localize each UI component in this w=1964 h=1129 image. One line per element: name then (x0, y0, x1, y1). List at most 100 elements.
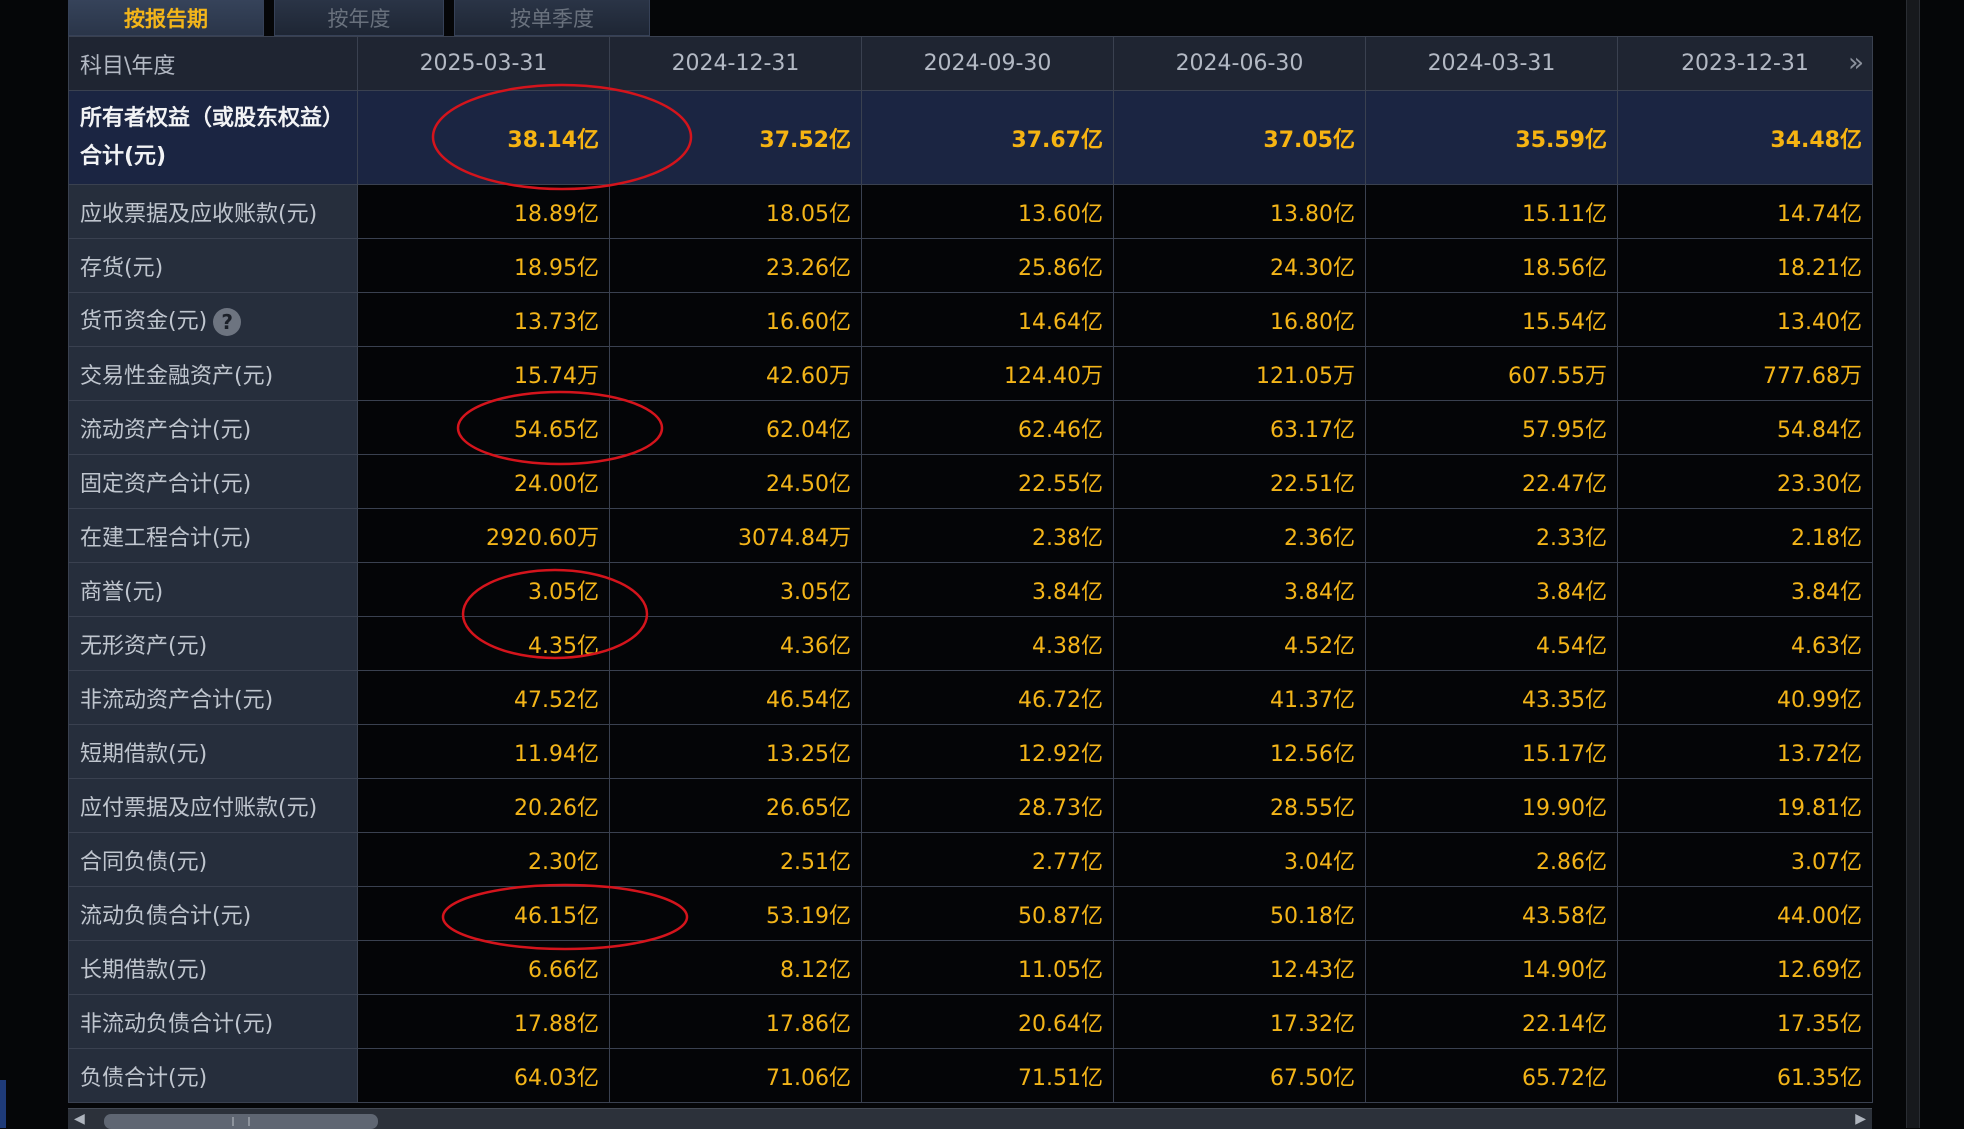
value-cell: 14.74亿 (1617, 184, 1873, 239)
value-cell: 65.72亿 (1365, 1048, 1618, 1103)
value-cell: 42.60万 (609, 346, 862, 401)
value-cell: 2.38亿 (861, 508, 1114, 563)
row-label: 流动资产合计(元) (80, 417, 252, 443)
value-cell: 12.56亿 (1113, 724, 1366, 779)
value-cell: 14.64亿 (861, 292, 1114, 347)
scrollbar-thumb[interactable] (104, 1114, 378, 1129)
value-cell: 2.33亿 (1365, 508, 1618, 563)
value-cell: 57.95亿 (1365, 400, 1618, 455)
value-cell: 2.77亿 (861, 832, 1114, 887)
value-cell: 12.69亿 (1617, 940, 1873, 995)
help-question-icon[interactable]: ? (213, 308, 242, 336)
value-cell: 22.14亿 (1365, 994, 1618, 1049)
value-cell: 3.84亿 (1365, 562, 1618, 617)
balance-sheet-table: 科目\年度 2025-03-31 2024-12-31 2024-09-30 2… (68, 36, 1873, 1103)
scroll-left-arrow-icon[interactable]: ◀ (74, 1111, 85, 1127)
value-cell: 4.38亿 (861, 616, 1114, 671)
value-cell: 4.36亿 (609, 616, 862, 671)
value-cell: 47.52亿 (357, 670, 610, 725)
value-cell: 19.90亿 (1365, 778, 1618, 833)
row-label-cell: 应收票据及应收账款(元) (68, 184, 358, 239)
double-chevron-right-icon[interactable]: » (1848, 49, 1864, 77)
tab-by-quarter[interactable]: 按单季度 (454, 0, 650, 36)
value-cell: 12.43亿 (1113, 940, 1366, 995)
header-row: 科目\年度 2025-03-31 2024-12-31 2024-09-30 2… (68, 36, 1873, 91)
table-body: 所有者权益（或股东权益）合计(元) 38.14亿 37.52亿 37.67亿 37.05… (68, 90, 1873, 1103)
left-edge-accent (0, 1080, 6, 1128)
row-label-cell: 应付票据及应付账款(元) (68, 778, 358, 833)
value-cell: 46.54亿 (609, 670, 862, 725)
row-label: 合同负债(元) (80, 849, 208, 875)
value-cell: 15.17亿 (1365, 724, 1618, 779)
value-cell: 44.00亿 (1617, 886, 1873, 941)
table-row: 所有者权益（或股东权益）合计(元) 38.14亿 37.52亿 37.67亿 37.05… (68, 90, 1873, 185)
row-label: 短期借款(元) (80, 741, 208, 767)
row-label: 交易性金融资产(元) (80, 363, 274, 389)
row-label-cell: 货币资金(元)? (68, 292, 358, 347)
row-label-cell: 存货(元) (68, 238, 358, 293)
value-cell: 17.32亿 (1113, 994, 1366, 1049)
value-cell: 3.05亿 (357, 562, 610, 617)
column-header: 2024-03-31 (1365, 36, 1618, 91)
row-label-cell: 在建工程合计(元) (68, 508, 358, 563)
value-cell: 18.89亿 (357, 184, 610, 239)
value-cell: 2.51亿 (609, 832, 862, 887)
row-label-cell: 流动资产合计(元) (68, 400, 358, 455)
row-label-cell: 固定资产合计(元) (68, 454, 358, 509)
value-cell: 3.84亿 (861, 562, 1114, 617)
value-cell: 41.37亿 (1113, 670, 1366, 725)
horizontal-scrollbar[interactable]: ◀ ▶ (68, 1108, 1872, 1129)
table-row: 货币资金(元)? 13.73亿 16.60亿 14.64亿 16.80亿 15.54亿 13… (68, 292, 1873, 347)
row-label: 非流动负债合计(元) (80, 1011, 274, 1037)
value-cell: 37.67亿 (861, 90, 1114, 185)
table-row: 应收票据及应收账款(元) 18.89亿 18.05亿 13.60亿 13.80亿 15.1… (68, 184, 1873, 239)
column-header: 2024-09-30 (861, 36, 1114, 91)
value-cell: 43.35亿 (1365, 670, 1618, 725)
value-cell: 50.87亿 (861, 886, 1114, 941)
value-cell: 3.84亿 (1617, 562, 1873, 617)
tab-by-year[interactable]: 按年度 (274, 0, 444, 36)
value-cell: 3.84亿 (1113, 562, 1366, 617)
table-row: 非流动资产合计(元) 47.52亿 46.54亿 46.72亿 41.37亿 43.35亿… (68, 670, 1873, 725)
value-cell: 13.80亿 (1113, 184, 1366, 239)
row-label-cell: 所有者权益（或股东权益）合计(元) (68, 90, 358, 185)
row-label: 应付票据及应付账款(元) (80, 795, 318, 821)
row-label: 无形资产(元) (80, 633, 208, 659)
table-row: 固定资产合计(元) 24.00亿 24.50亿 22.55亿 22.51亿 22.47亿 2… (68, 454, 1873, 509)
value-cell: 28.73亿 (861, 778, 1114, 833)
value-cell: 38.14亿 (357, 90, 610, 185)
row-label-cell: 负债合计(元) (68, 1048, 358, 1103)
column-header-last: 2023-12-31 » (1617, 36, 1873, 91)
value-cell: 17.35亿 (1617, 994, 1873, 1049)
value-cell: 17.88亿 (357, 994, 610, 1049)
value-cell: 15.11亿 (1365, 184, 1618, 239)
row-label: 在建工程合计(元) (80, 525, 252, 551)
value-cell: 777.68万 (1617, 346, 1873, 401)
value-cell: 14.90亿 (1365, 940, 1618, 995)
value-cell: 35.59亿 (1365, 90, 1618, 185)
row-label-cell: 无形资产(元) (68, 616, 358, 671)
scrollbar-grip-icon (232, 1117, 250, 1126)
corner-header: 科目\年度 (68, 36, 358, 91)
value-cell: 62.46亿 (861, 400, 1114, 455)
table-row: 商誉(元) 3.05亿 3.05亿 3.84亿 3.84亿 3.84亿 3.84亿 (68, 562, 1873, 617)
value-cell: 25.86亿 (861, 238, 1114, 293)
value-cell: 71.06亿 (609, 1048, 862, 1103)
value-cell: 22.55亿 (861, 454, 1114, 509)
tab-by-report-period[interactable]: 按报告期 (68, 0, 264, 36)
period-tabs: 按报告期 按年度 按单季度 (68, 0, 660, 36)
value-cell: 71.51亿 (861, 1048, 1114, 1103)
row-label-cell: 合同负债(元) (68, 832, 358, 887)
value-cell: 17.86亿 (609, 994, 862, 1049)
table-row: 无形资产(元) 4.35亿 4.36亿 4.38亿 4.52亿 4.54亿 4.63亿 (68, 616, 1873, 671)
value-cell: 23.30亿 (1617, 454, 1873, 509)
table-row: 长期借款(元) 6.66亿 8.12亿 11.05亿 12.43亿 14.90亿 12.69… (68, 940, 1873, 995)
table-row: 负债合计(元) 64.03亿 71.06亿 71.51亿 67.50亿 65.72亿 61.… (68, 1048, 1873, 1103)
value-cell: 19.81亿 (1617, 778, 1873, 833)
value-cell: 2.30亿 (357, 832, 610, 887)
row-label: 固定资产合计(元) (80, 471, 252, 497)
scroll-right-arrow-icon[interactable]: ▶ (1855, 1111, 1866, 1127)
value-cell: 2.18亿 (1617, 508, 1873, 563)
row-label-cell: 长期借款(元) (68, 940, 358, 995)
value-cell: 15.54亿 (1365, 292, 1618, 347)
